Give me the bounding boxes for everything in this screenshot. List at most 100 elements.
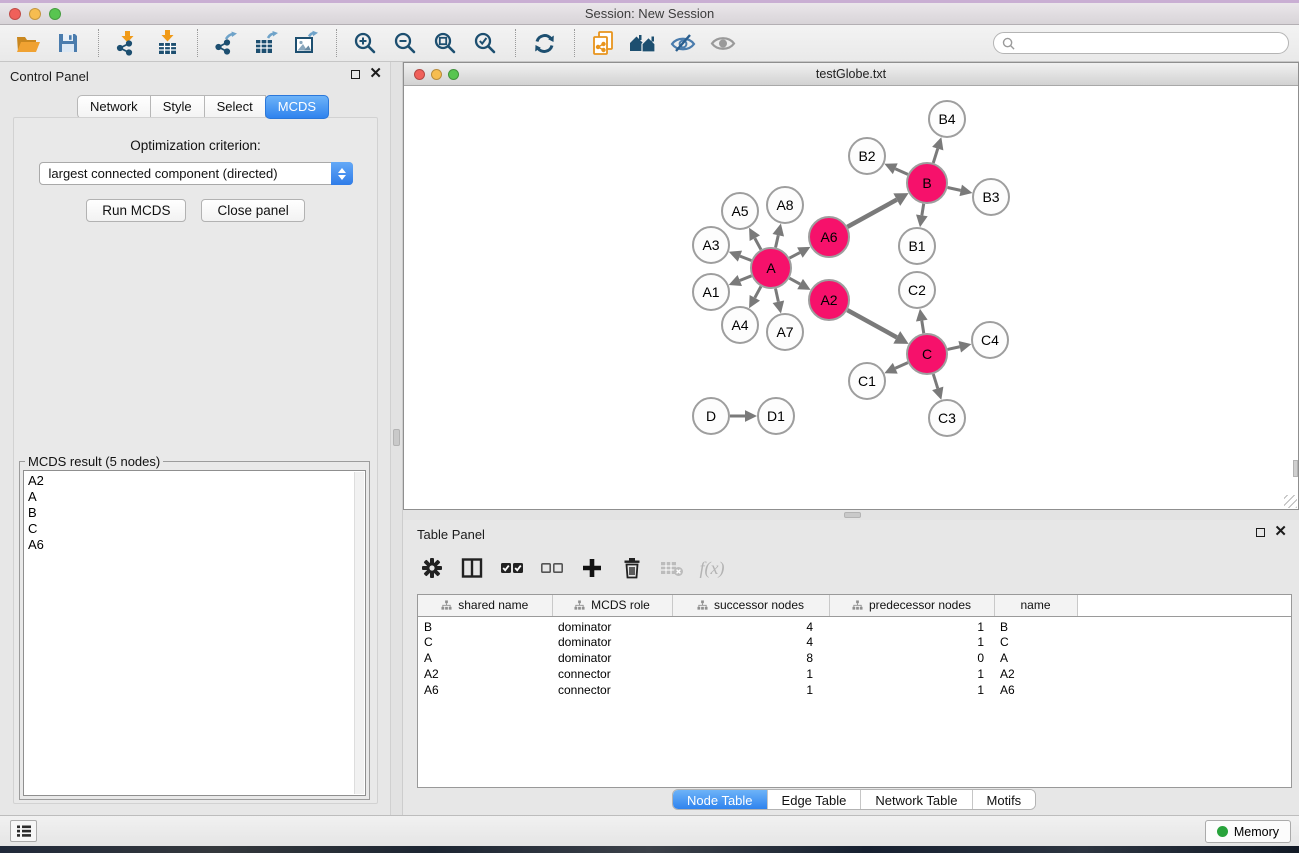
tab-select[interactable]: Select (204, 95, 266, 119)
network-canvas[interactable]: AA1A2A3A4A5A6A7A8BB1B2B3B4CC1C2C3C4DD1 (404, 87, 1298, 509)
graph-node-D[interactable]: D (693, 398, 729, 434)
table-row[interactable]: Bdominator41B (418, 616, 1291, 634)
table-cell[interactable]: A (418, 650, 552, 666)
search-field[interactable] (993, 32, 1289, 54)
table-cell[interactable]: connector (552, 682, 672, 698)
graph-node-B[interactable]: B (907, 163, 947, 203)
graph-edge-D-D1[interactable] (730, 410, 757, 422)
graph-edge-C-C3[interactable] (932, 374, 943, 400)
zoom-out-icon[interactable] (389, 28, 421, 58)
table-cell[interactable]: A6 (418, 682, 552, 698)
tab-edge-table[interactable]: Edge Table (767, 790, 861, 809)
export-image-icon[interactable] (290, 28, 322, 58)
graph-node-C[interactable]: C (907, 334, 947, 374)
table-cell[interactable]: B (418, 616, 552, 634)
graph-edge-A-A3[interactable] (729, 251, 752, 262)
graph-edge-A2-C[interactable] (847, 310, 908, 344)
graph-node-A2[interactable]: A2 (809, 280, 849, 320)
table-cell[interactable]: 1 (829, 682, 994, 698)
column-header-successor-nodes[interactable]: successor nodes (672, 595, 829, 616)
tab-network[interactable]: Network (77, 95, 151, 119)
panel-splitter-horizontal[interactable] (403, 510, 1299, 520)
mcds-result-item[interactable]: A (28, 489, 361, 505)
export-network-icon[interactable] (210, 28, 242, 58)
tab-motifs[interactable]: Motifs (972, 790, 1036, 809)
table-cell[interactable]: 8 (672, 650, 829, 666)
open-session-icon[interactable] (12, 28, 44, 58)
table-cell[interactable]: C (994, 634, 1077, 650)
close-panel-icon[interactable]: ✕ (1274, 527, 1287, 537)
memory-button[interactable]: Memory (1205, 820, 1291, 843)
splitter-grip[interactable] (393, 429, 400, 446)
show-all-eye-icon[interactable] (707, 28, 739, 58)
new-network-from-selection-icon[interactable] (587, 28, 619, 58)
table-cell[interactable]: 1 (829, 634, 994, 650)
close-panel-button[interactable]: Close panel (201, 199, 304, 222)
graph-edge-A-A5[interactable] (749, 228, 761, 250)
graph-edge-B-B4[interactable] (932, 137, 943, 163)
export-table-icon[interactable] (250, 28, 282, 58)
graph-edge-C-C1[interactable] (884, 363, 908, 374)
graph-node-A3[interactable]: A3 (693, 227, 729, 263)
table-cell[interactable]: 1 (829, 666, 994, 682)
table-row[interactable]: A2connector11A2 (418, 666, 1291, 682)
close-panel-icon[interactable]: ✕ (369, 69, 382, 79)
graph-edge-A-A8[interactable] (773, 224, 785, 248)
graph-node-B4[interactable]: B4 (929, 101, 965, 137)
column-header-name[interactable]: name (994, 595, 1077, 616)
mcds-result-item[interactable]: A2 (28, 473, 361, 489)
graph-node-C3[interactable]: C3 (929, 400, 965, 436)
mcds-result-item[interactable]: A6 (28, 537, 361, 553)
table-cell[interactable]: dominator (552, 634, 672, 650)
zoom-fit-icon[interactable] (429, 28, 461, 58)
graph-edge-A6-B[interactable] (847, 193, 908, 227)
show-columns-icon[interactable] (457, 553, 487, 583)
import-table-icon[interactable] (151, 28, 183, 58)
delete-column-trash-icon[interactable] (617, 553, 647, 583)
column-header-predecessor-nodes[interactable]: predecessor nodes (829, 595, 994, 616)
table-cell[interactable]: A2 (994, 666, 1077, 682)
graph-edge-A-A1[interactable] (729, 275, 752, 286)
graph-edge-A-A2[interactable] (789, 278, 810, 290)
create-column-icon[interactable] (577, 553, 607, 583)
graph-node-A6[interactable]: A6 (809, 217, 849, 257)
mcds-result-item[interactable]: B (28, 505, 361, 521)
table-cell[interactable]: B (994, 616, 1077, 634)
window-edge-grip[interactable] (1293, 460, 1298, 477)
panel-splitter-vertical[interactable] (390, 62, 403, 815)
network-window-titlebar[interactable]: testGlobe.txt (404, 63, 1298, 86)
graph-node-B1[interactable]: B1 (899, 228, 935, 264)
table-cell[interactable]: 1 (672, 682, 829, 698)
graph-node-B2[interactable]: B2 (849, 138, 885, 174)
float-panel-icon[interactable] (1256, 528, 1265, 537)
result-scrollbar[interactable] (354, 472, 364, 794)
graph-node-A5[interactable]: A5 (722, 193, 758, 229)
deselect-all-icon[interactable] (537, 553, 567, 583)
table-cell[interactable]: connector (552, 666, 672, 682)
table-cell[interactable]: 4 (672, 616, 829, 634)
refresh-icon[interactable] (528, 28, 560, 58)
search-input[interactable] (1020, 36, 1280, 50)
graph-edge-C-C4[interactable] (947, 341, 971, 353)
table-cell[interactable]: 0 (829, 650, 994, 666)
apps-home-icon[interactable] (627, 28, 659, 58)
task-history-button[interactable] (10, 820, 37, 842)
zoom-in-icon[interactable] (349, 28, 381, 58)
mcds-result-item[interactable]: C (28, 521, 361, 537)
column-header-shared-name[interactable]: shared name (418, 595, 552, 616)
network-minimize-button[interactable] (431, 69, 442, 80)
graph-node-C2[interactable]: C2 (899, 272, 935, 308)
network-zoom-button[interactable] (448, 69, 459, 80)
import-network-icon[interactable] (111, 28, 143, 58)
graph-node-A[interactable]: A (751, 248, 791, 288)
run-mcds-button[interactable]: Run MCDS (86, 199, 186, 222)
table-cell[interactable]: 1 (829, 616, 994, 634)
table-cell[interactable]: C (418, 634, 552, 650)
float-panel-icon[interactable] (351, 70, 360, 79)
graph-node-A4[interactable]: A4 (722, 307, 758, 343)
graph-edge-B-B3[interactable] (948, 185, 973, 197)
table-cell[interactable]: dominator (552, 650, 672, 666)
graph-edge-A-A4[interactable] (749, 286, 761, 308)
graph-node-C4[interactable]: C4 (972, 322, 1008, 358)
window-resize-corner[interactable] (1284, 495, 1297, 508)
